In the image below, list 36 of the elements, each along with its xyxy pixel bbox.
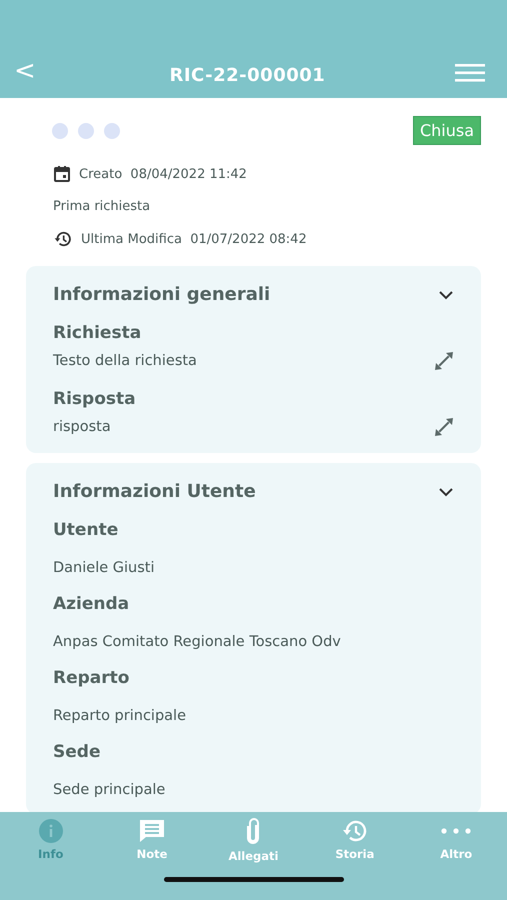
field-label: Sede	[53, 742, 102, 762]
created-text: Creato 08/04/2022 11:42	[79, 166, 247, 182]
page-title: RIC-22-000001	[169, 65, 326, 86]
section-title: Informazioni Utente	[53, 481, 256, 502]
calendar-icon	[53, 165, 71, 183]
field-label: Risposta	[53, 389, 137, 409]
field-value: Reparto principale	[53, 708, 186, 724]
history-icon	[340, 818, 369, 844]
expand-icon[interactable]	[434, 417, 454, 437]
tab[interactable]: Allegati	[213, 818, 294, 863]
tab[interactable]: Storia	[314, 818, 395, 863]
back-button[interactable]: <	[10, 56, 40, 86]
field-value: Anpas Comitato Regionale Toscano Odv	[53, 634, 341, 650]
field-value: Sede principale	[53, 782, 166, 798]
chevron-button[interactable]	[438, 290, 454, 300]
tab[interactable]: Note	[112, 818, 192, 863]
expand-icon[interactable]	[434, 351, 454, 371]
field-value: Daniele Giusti	[53, 560, 154, 576]
request-type: Prima richiesta	[53, 199, 152, 214]
message-icon	[138, 818, 166, 844]
status-badge: Chiusa	[412, 116, 481, 145]
field-label: Reparto	[53, 668, 130, 688]
section-title: Informazioni generali	[53, 284, 270, 305]
chevron-button[interactable]	[438, 486, 454, 496]
history-icon	[53, 230, 73, 248]
modified-text: Ultima Modifica 01/07/2022 08:42	[81, 232, 307, 246]
loading-dots-icon	[52, 122, 122, 138]
field-value: risposta	[53, 419, 111, 435]
tab[interactable]: Altro	[416, 818, 496, 863]
field-value: Testo della richiesta	[53, 353, 197, 369]
more-icon	[441, 828, 472, 834]
field-label: Richiesta	[53, 323, 142, 343]
field-label: Azienda	[53, 594, 130, 614]
info-icon	[38, 818, 64, 844]
tab[interactable]: Info	[10, 818, 91, 863]
field-label: Utente	[53, 520, 120, 540]
